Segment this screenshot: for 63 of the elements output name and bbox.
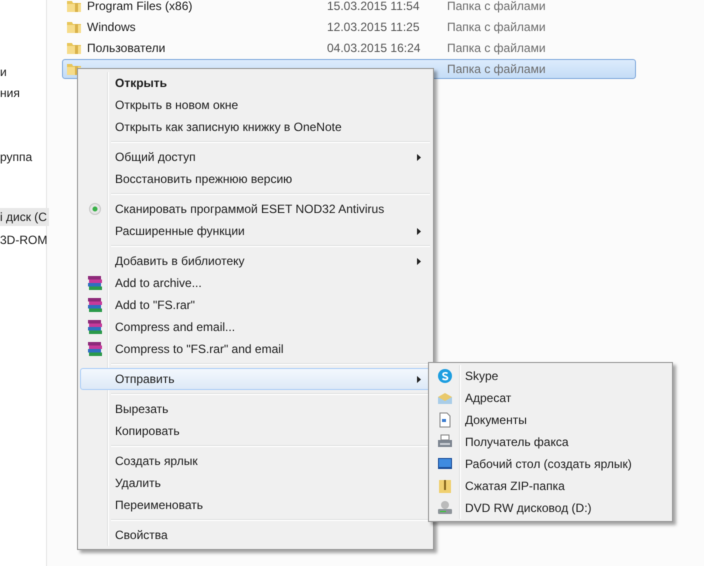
menu-item[interactable]: Свойства bbox=[80, 524, 431, 546]
menu-item[interactable]: Копировать bbox=[80, 420, 431, 442]
menu-item[interactable]: Открыть bbox=[80, 72, 431, 94]
printer-icon bbox=[437, 434, 453, 450]
file-type: Папка с файлами bbox=[447, 41, 546, 55]
books-icon bbox=[87, 275, 103, 291]
menu-item[interactable]: Сжатая ZIP-папка bbox=[431, 475, 670, 497]
file-row[interactable]: Windows 12.03.2015 11:25 Папка с файлами bbox=[62, 17, 636, 37]
submenu-arrow-icon bbox=[417, 258, 421, 264]
zip-folder-icon bbox=[437, 478, 453, 494]
menu-item[interactable]: Skype bbox=[431, 365, 670, 387]
file-date: 12.03.2015 11:25 bbox=[327, 20, 421, 34]
menu-item[interactable]: Открыть в новом окне bbox=[80, 94, 431, 116]
menu-item[interactable]: Add to archive... bbox=[80, 272, 431, 294]
submenu-arrow-icon bbox=[417, 228, 421, 234]
menu-item[interactable]: Вырезать bbox=[80, 398, 431, 420]
menu-item[interactable]: Переименовать bbox=[80, 494, 431, 516]
envelope-icon bbox=[437, 390, 453, 406]
menu-item[interactable]: Открыть как записную книжку в OneNote bbox=[80, 116, 431, 138]
radio-dot-icon bbox=[89, 203, 101, 215]
drive-icon bbox=[437, 500, 453, 516]
books-icon bbox=[87, 319, 103, 335]
menu-item[interactable]: Адресат bbox=[431, 387, 670, 409]
submenu-arrow-icon bbox=[417, 376, 421, 382]
menu-item[interactable]: Документы bbox=[431, 409, 670, 431]
folder-icon bbox=[66, 40, 82, 56]
menu-item[interactable]: Удалить bbox=[80, 472, 431, 494]
menu-item[interactable]: Сканировать программой ESET NOD32 Antivirus bbox=[80, 198, 431, 220]
file-type: Папка с файлами bbox=[447, 62, 546, 76]
monitor-icon bbox=[437, 456, 453, 472]
books-icon bbox=[87, 297, 103, 313]
file-name: Windows bbox=[87, 20, 137, 34]
menu-item[interactable]: Отправить bbox=[80, 368, 431, 390]
menu-item[interactable]: DVD RW дисковод (D:) bbox=[431, 497, 670, 519]
file-name: Пользователи bbox=[87, 41, 166, 55]
file-name: Program Files (x86) bbox=[87, 0, 194, 13]
file-type: Папка с файлами bbox=[447, 0, 546, 13]
submenu-arrow-icon bbox=[417, 154, 421, 160]
sidebar-item[interactable]: і диск (С bbox=[0, 208, 49, 226]
menu-item[interactable]: Compress to "FS.rar" and email bbox=[80, 338, 431, 360]
file-row[interactable]: Program Files (x86) 15.03.2015 11:54 Папка с файлами bbox=[62, 0, 636, 16]
document-icon bbox=[437, 412, 453, 428]
sidebar-item[interactable]: 3D-ROM bbox=[0, 231, 50, 249]
menu-item[interactable]: Создать ярлык bbox=[80, 450, 431, 472]
menu-item[interactable]: Общий доступ bbox=[80, 146, 431, 168]
file-row[interactable]: Пользователи 04.03.2015 16:24 Папка с файлами bbox=[62, 38, 636, 58]
sidebar-item[interactable]: ния bbox=[0, 84, 22, 102]
menu-item[interactable]: Compress and email... bbox=[80, 316, 431, 338]
file-date: 04.03.2015 16:24 bbox=[327, 41, 422, 55]
menu-item[interactable]: Получатель факса bbox=[431, 431, 670, 453]
sidebar-item[interactable]: и bbox=[0, 63, 9, 81]
folder-icon bbox=[66, 19, 82, 35]
menu-item[interactable]: Добавить в библиотеку bbox=[80, 250, 431, 272]
menu-item[interactable]: Add to "FS.rar" bbox=[80, 294, 431, 316]
folder-icon bbox=[66, 0, 82, 14]
menu-item[interactable]: Расширенные функции bbox=[80, 220, 431, 242]
books-icon bbox=[87, 341, 103, 357]
sidebar-item[interactable]: руппа bbox=[0, 148, 34, 166]
file-type: Папка с файлами bbox=[447, 20, 546, 34]
skype-icon bbox=[437, 368, 453, 384]
menu-item[interactable]: Восстановить прежнюю версию bbox=[80, 168, 431, 190]
menu-item[interactable]: Рабочий стол (создать ярлык) bbox=[431, 453, 670, 475]
file-date: 15.03.2015 11:54 bbox=[327, 0, 421, 13]
